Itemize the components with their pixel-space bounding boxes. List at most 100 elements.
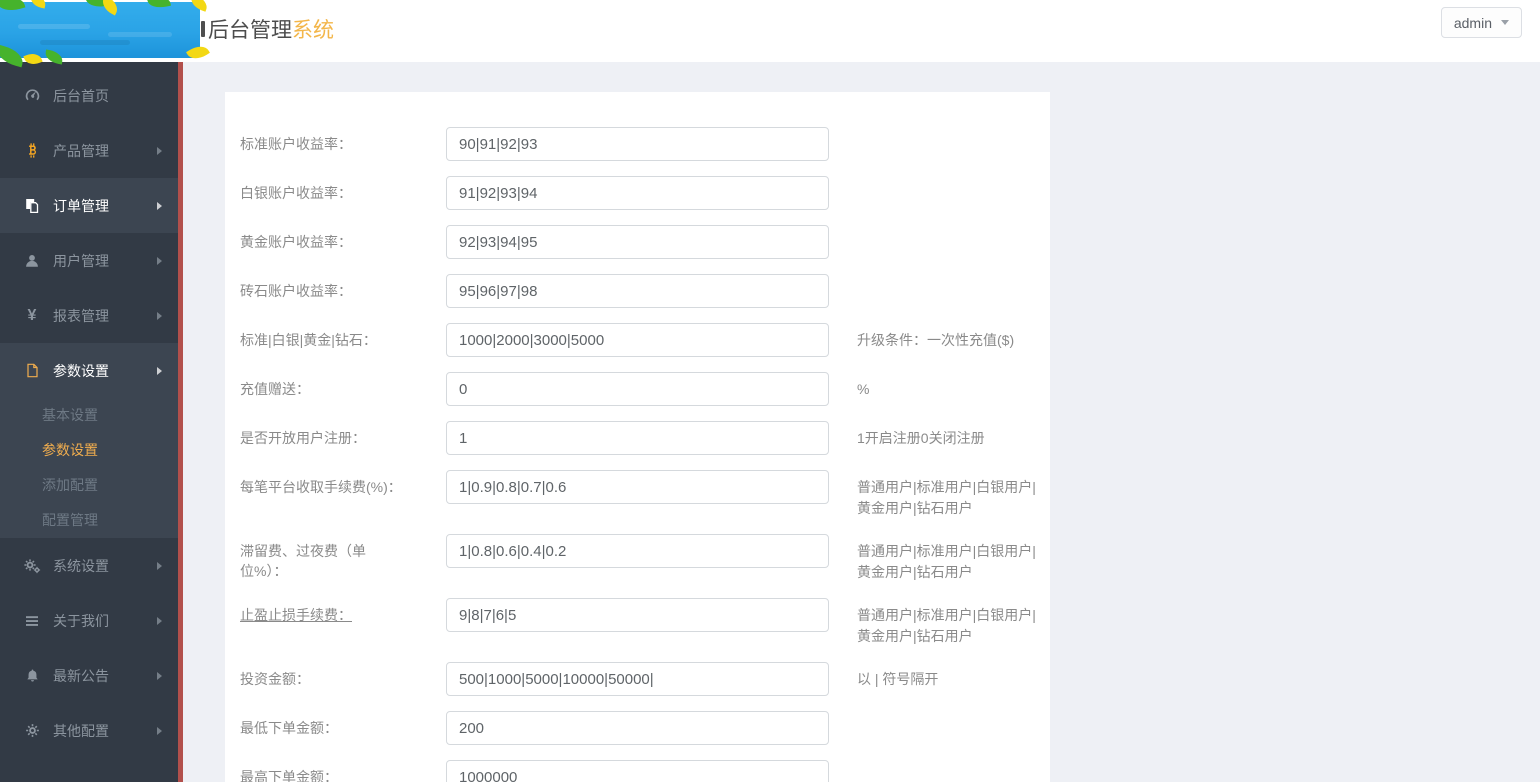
form-row: 标准|白银|黄金|钻石： 升级条件：一次性充值($) [240,323,1050,357]
field-label: 充值赠送： [240,372,446,399]
field-hint [857,760,1037,767]
field-hint: 普通用户|标准用户|白银用户|黄金用户|钻石用户 [857,598,1037,647]
sidebar-item-label: 用户管理 [53,251,157,271]
sidebar-item-about[interactable]: 关于我们 [0,593,178,648]
field-label: 最低下单金额： [240,711,446,738]
field-hint [857,176,1037,183]
sidebar-item-products[interactable]: 产品管理 [0,123,178,178]
sidebar-item-home[interactable]: 后台首页 [0,68,178,123]
field-label: 黄金账户收益率： [240,225,446,252]
sidebar-item-system[interactable]: 系统设置 [0,538,178,593]
field-hint [857,274,1037,281]
gears-icon [22,558,42,574]
chevron-right-icon [157,257,162,265]
page-title-highlight: 系统 [292,19,334,42]
sidebar: 后台首页 产品管理 订单管理 用户管理 ¥ 报表管理 参数设置 基本设置 参数设… [0,62,178,782]
field-hint: 以 | 符号隔开 [857,662,1037,690]
leaf-decoration [188,0,209,12]
sidebar-item-reports[interactable]: ¥ 报表管理 [0,288,178,343]
field-hint: 1开启注册0关闭注册 [857,421,1037,449]
page-title-text: 后台管理 [208,19,292,42]
form-row: 是否开放用户注册： 1开启注册0关闭注册 [240,421,1050,455]
form-row: 投资金额： 以 | 符号隔开 [240,662,1050,696]
file-icon [22,363,42,378]
sidebar-item-users[interactable]: 用户管理 [0,233,178,288]
sidebar-subitem-add-config[interactable]: 添加配置 [0,468,178,503]
field-label: 标准|白银|黄金|钻石： [240,323,446,350]
form-row: 黄金账户收益率： [240,225,1050,259]
page-title: 后台管理系统 [208,0,334,62]
menu-icon [22,613,42,629]
bitcoin-icon [22,143,42,158]
form-row: 止盈止损手续费： 普通用户|标准用户|白银用户|黄金用户|钻石用户 [240,598,1050,647]
settings-panel: 标准账户收益率： 白银账户收益率： 黄金账户收益率： 砖石账户收益率： 标准|白… [225,92,1050,782]
chevron-right-icon [157,727,162,735]
leaf-decoration [0,0,25,14]
sidebar-item-other[interactable]: 其他配置 [0,703,178,758]
field-label: 最高下单金额： [240,760,446,782]
chevron-right-icon [157,367,162,375]
sidebar-item-label: 系统设置 [53,556,157,576]
sidebar-subitem-param-settings[interactable]: 参数设置 [0,433,178,468]
form-row: 最高下单金额： [240,760,1050,782]
field-input[interactable] [446,711,829,745]
sidebar-subitem-config-manage[interactable]: 配置管理 [0,503,178,538]
leaf-decoration [186,42,210,64]
copy-icon [22,198,42,214]
cloud-decoration [108,32,172,37]
leaf-decoration [99,0,121,15]
sidebar-item-label: 后台首页 [53,86,162,106]
form-row: 滞留费、过夜费（单位%）： 普通用户|标准用户|白银用户|黄金用户|钻石用户 [240,534,1050,583]
field-input[interactable] [446,127,829,161]
field-input[interactable] [446,598,829,632]
field-hint [857,127,1037,134]
sidebar-item-params[interactable]: 参数设置 [0,343,178,398]
sidebar-item-label: 产品管理 [53,141,157,161]
gear-icon [22,723,42,738]
form-row: 标准账户收益率： [240,127,1050,161]
sidebar-item-notice[interactable]: 最新公告 [0,648,178,703]
field-input[interactable] [446,760,829,782]
form-row: 白银账户收益率： [240,176,1050,210]
field-hint [857,711,1037,718]
sidebar-item-label: 参数设置 [53,361,157,381]
field-input[interactable] [446,225,829,259]
field-label: 投资金额： [240,662,446,689]
sidebar-subitem-label: 配置管理 [42,512,98,528]
field-label: 滞留费、过夜费（单位%）： [240,534,446,581]
sidebar-item-label: 关于我们 [53,611,157,631]
sidebar-subitem-basic[interactable]: 基本设置 [0,398,178,433]
field-input[interactable] [446,176,829,210]
chevron-down-icon [1501,20,1509,25]
form-row: 每笔平台收取手续费(%)： 普通用户|标准用户|白银用户|黄金用户|钻石用户 [240,470,1050,519]
field-input[interactable] [446,323,829,357]
field-input[interactable] [446,662,829,696]
settings-form: 标准账户收益率： 白银账户收益率： 黄金账户收益率： 砖石账户收益率： 标准|白… [240,127,1050,782]
cloud-decoration [40,40,130,45]
leaf-decoration [147,0,171,10]
sidebar-accent-stripe [178,62,183,782]
sidebar-subitem-label: 参数设置 [42,442,98,458]
dashboard-icon [22,87,42,104]
field-label: 每笔平台收取手续费(%)： [240,470,446,497]
sidebar-expanded-section: 参数设置 基本设置 参数设置 添加配置 配置管理 [0,343,178,538]
sidebar-item-label: 订单管理 [53,196,157,216]
sidebar-item-orders[interactable]: 订单管理 [0,178,178,233]
field-input[interactable] [446,534,829,568]
sidebar-item-label: 其他配置 [53,721,157,741]
field-hint: 升级条件：一次性充值($) [857,323,1037,351]
chevron-right-icon [157,617,162,625]
sidebar-menu: 后台首页 产品管理 订单管理 用户管理 ¥ 报表管理 参数设置 基本设置 参数设… [0,62,178,758]
admin-label: admin [1454,15,1492,31]
sidebar-item-label: 最新公告 [53,666,157,686]
field-input[interactable] [446,372,829,406]
admin-dropdown[interactable]: admin [1441,7,1522,38]
user-icon [22,253,42,269]
sidebar-item-label: 报表管理 [53,306,157,326]
field-input[interactable] [446,470,829,504]
field-hint: % [857,372,1037,400]
field-input[interactable] [446,274,829,308]
field-input[interactable] [446,421,829,455]
field-label: 止盈止损手续费： [240,598,446,625]
title-cut-fragment [201,21,205,37]
